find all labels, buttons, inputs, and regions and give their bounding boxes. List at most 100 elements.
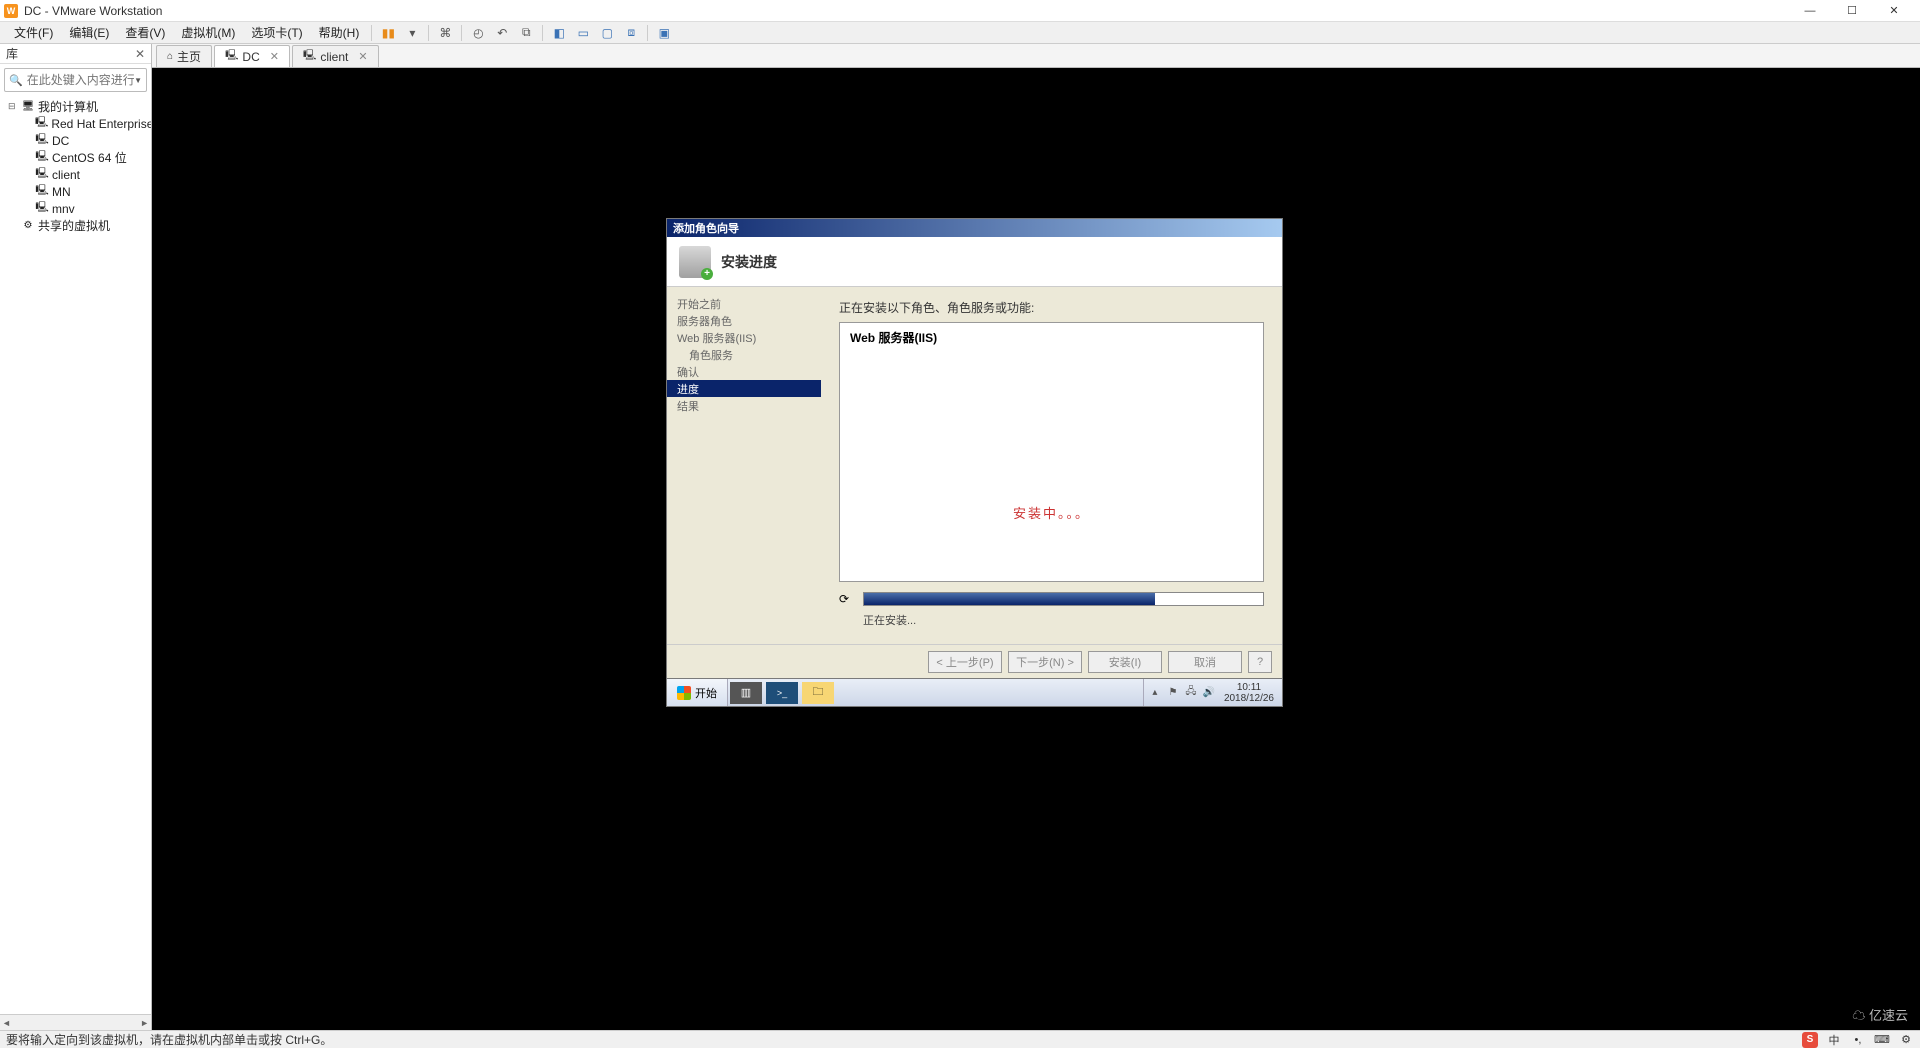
sidebar-title: 库 bbox=[6, 45, 18, 62]
windows-logo-icon bbox=[677, 686, 691, 700]
wizard-header: 安装进度 bbox=[721, 252, 777, 272]
menu-tabs[interactable]: 选项卡(T) bbox=[243, 22, 310, 43]
unity-icon[interactable]: ⧈ bbox=[621, 23, 641, 43]
add-roles-wizard: 添加角色向导 安装进度 开始之前 服务器角色 Web 服务器(IIS) 角色服务… bbox=[666, 218, 1283, 679]
window-title: DC - VMware Workstation bbox=[24, 4, 1798, 18]
tab-dc[interactable]: 🖳DC✕ bbox=[214, 45, 290, 67]
home-icon: ⌂ bbox=[167, 51, 173, 62]
fullscreen-icon[interactable]: ▣ bbox=[654, 23, 674, 43]
next-button: 下一步(N) > bbox=[1008, 651, 1082, 673]
menu-edit[interactable]: 编辑(E) bbox=[61, 22, 117, 43]
menu-help[interactable]: 帮助(H) bbox=[311, 22, 368, 43]
role-item: Web 服务器(IIS) bbox=[850, 329, 1253, 346]
prev-button: < 上一步(P) bbox=[928, 651, 1002, 673]
tab-close-icon[interactable]: ✕ bbox=[358, 50, 367, 63]
wizard-title: 添加角色向导 bbox=[667, 219, 1282, 237]
wizard-step-iis[interactable]: Web 服务器(IIS) bbox=[667, 329, 821, 346]
tree-node-vm[interactable]: 🖳CentOS 64 位 bbox=[0, 149, 151, 166]
console-view-icon[interactable]: ▭ bbox=[573, 23, 593, 43]
tree-node-vm[interactable]: 🖳client bbox=[0, 166, 151, 183]
wizard-step-role-services[interactable]: 角色服务 bbox=[667, 346, 821, 363]
pc-icon: 🖥 bbox=[21, 100, 35, 114]
tree-node-vm[interactable]: 🖳Red Hat Enterprise L bbox=[0, 115, 151, 132]
tab-bar: ⌂主页 🖳DC✕ 🖳client✕ bbox=[152, 44, 1920, 68]
ime-mode-icon[interactable]: 中 bbox=[1826, 1032, 1842, 1048]
shared-icon: ⚙ bbox=[21, 219, 35, 233]
install-button: 安装(I) bbox=[1088, 651, 1162, 673]
installing-overlay-text: 安装中。。。 bbox=[840, 503, 1263, 522]
install-anim-icon: ⟳ bbox=[839, 590, 857, 608]
pause-icon[interactable]: ▮▮ bbox=[378, 23, 398, 43]
sogou-ime-icon[interactable]: S bbox=[1802, 1032, 1818, 1048]
wizard-nav: 开始之前 服务器角色 Web 服务器(IIS) 角色服务 确认 进度 结果 bbox=[667, 287, 821, 644]
tray-network-icon[interactable]: 🖧 bbox=[1184, 686, 1198, 700]
wizard-step-results[interactable]: 结果 bbox=[667, 397, 821, 414]
menu-view[interactable]: 查看(V) bbox=[117, 22, 173, 43]
vm-icon: 🖳 bbox=[225, 48, 238, 65]
help-button[interactable]: ? bbox=[1248, 651, 1272, 673]
snapshot-icon[interactable]: ◴ bbox=[468, 23, 488, 43]
search-icon: 🔍 bbox=[9, 74, 23, 87]
vm-icon: 🖳 bbox=[303, 48, 316, 65]
content-area: ⌂主页 🖳DC✕ 🖳client✕ 添加角色向导 安装进度 开始之前 服务器角色… bbox=[152, 44, 1920, 1030]
server-manager-taskbar-icon[interactable]: ▥ bbox=[730, 682, 762, 704]
revert-icon[interactable]: ↶ bbox=[492, 23, 512, 43]
wizard-step-server-roles[interactable]: 服务器角色 bbox=[667, 312, 821, 329]
vm-icon: 🖳 bbox=[35, 117, 48, 131]
tree-node-vm[interactable]: 🖳MN bbox=[0, 183, 151, 200]
tree-node-vm[interactable]: 🖳mnv bbox=[0, 200, 151, 217]
ime-settings-icon[interactable]: ⚙ bbox=[1898, 1032, 1914, 1048]
guest-taskbar: 开始 ▥ >_ 🗀 ▴ ⚑ 🖧 🔊 10:11 2018/12/26 bbox=[666, 679, 1283, 707]
tree-node-shared-vms[interactable]: ⚙共享的虚拟机 bbox=[0, 217, 151, 234]
send-ctrl-alt-del-icon[interactable]: ⌘ bbox=[435, 23, 455, 43]
tray-clock[interactable]: 10:11 2018/12/26 bbox=[1220, 682, 1278, 704]
start-button[interactable]: 开始 bbox=[667, 679, 728, 706]
sidebar-close-icon[interactable]: ✕ bbox=[135, 47, 145, 61]
tab-home[interactable]: ⌂主页 bbox=[156, 45, 212, 67]
snapshot-manager-icon[interactable]: ⧉ bbox=[516, 23, 536, 43]
tab-close-icon[interactable]: ✕ bbox=[270, 50, 279, 63]
wizard-step-confirm[interactable]: 确认 bbox=[667, 363, 821, 380]
search-input[interactable] bbox=[27, 73, 134, 87]
menubar: 文件(F) 编辑(E) 查看(V) 虚拟机(M) 选项卡(T) 帮助(H) ▮▮… bbox=[0, 22, 1920, 44]
ime-punct-icon[interactable]: •, bbox=[1850, 1032, 1866, 1048]
tray-up-icon[interactable]: ▴ bbox=[1148, 686, 1162, 700]
powershell-taskbar-icon[interactable]: >_ bbox=[766, 682, 798, 704]
system-tray: ▴ ⚑ 🖧 🔊 10:11 2018/12/26 bbox=[1143, 679, 1282, 706]
ime-keyboard-icon[interactable]: ⌨ bbox=[1874, 1032, 1890, 1048]
menu-file[interactable]: 文件(F) bbox=[6, 22, 61, 43]
expand-icon[interactable]: ⊟ bbox=[8, 101, 18, 112]
status-message: 要将输入定向到该虚拟机，请在虚拟机内部单击或按 Ctrl+G。 bbox=[6, 1031, 332, 1048]
tray-flag-icon[interactable]: ⚑ bbox=[1166, 686, 1180, 700]
tray-volume-icon[interactable]: 🔊 bbox=[1202, 686, 1216, 700]
fit-guest-icon[interactable]: ◧ bbox=[549, 23, 569, 43]
tree-node-vm[interactable]: 🖳DC bbox=[0, 132, 151, 149]
vm-icon: 🖳 bbox=[35, 134, 49, 148]
menu-vm[interactable]: 虚拟机(M) bbox=[173, 22, 243, 43]
statusbar: 要将输入定向到该虚拟机，请在虚拟机内部单击或按 Ctrl+G。 S 中 •, ⌨… bbox=[0, 1030, 1920, 1048]
tab-client[interactable]: 🖳client✕ bbox=[292, 45, 379, 67]
wizard-step-before[interactable]: 开始之前 bbox=[667, 295, 821, 312]
vm-icon: 🖳 bbox=[35, 151, 49, 165]
explorer-taskbar-icon[interactable]: 🗀 bbox=[802, 682, 834, 704]
dropdown-icon[interactable]: ▾ bbox=[402, 23, 422, 43]
search-dropdown-icon[interactable]: ▼ bbox=[134, 76, 142, 85]
vm-tree: ⊟🖥我的计算机 🖳Red Hat Enterprise L 🖳DC 🖳CentO… bbox=[0, 96, 151, 1014]
minimize-button[interactable]: — bbox=[1798, 3, 1822, 19]
thumbnail-icon[interactable]: ▢ bbox=[597, 23, 617, 43]
vm-icon: 🖳 bbox=[35, 168, 49, 182]
install-list: Web 服务器(IIS) 安装中。。。 bbox=[839, 322, 1264, 582]
app-icon: W bbox=[4, 4, 18, 18]
install-prompt: 正在安装以下角色、角色服务或功能: bbox=[839, 299, 1264, 316]
sidebar-search[interactable]: 🔍 ▼ bbox=[4, 68, 147, 92]
cancel-button[interactable]: 取消 bbox=[1168, 651, 1242, 673]
vm-icon: 🖳 bbox=[35, 202, 49, 216]
vm-viewport[interactable]: 添加角色向导 安装进度 开始之前 服务器角色 Web 服务器(IIS) 角色服务… bbox=[152, 68, 1920, 1030]
sidebar-scrollbar[interactable]: ◄► bbox=[0, 1014, 151, 1030]
close-button[interactable]: ✕ bbox=[1882, 3, 1906, 19]
maximize-button[interactable]: ☐ bbox=[1840, 3, 1864, 19]
vm-icon: 🖳 bbox=[35, 185, 49, 199]
sidebar: 库 ✕ 🔍 ▼ ⊟🖥我的计算机 🖳Red Hat Enterprise L 🖳D… bbox=[0, 44, 152, 1030]
wizard-step-progress[interactable]: 进度 bbox=[667, 380, 821, 397]
tree-node-my-computer[interactable]: ⊟🖥我的计算机 bbox=[0, 98, 151, 115]
